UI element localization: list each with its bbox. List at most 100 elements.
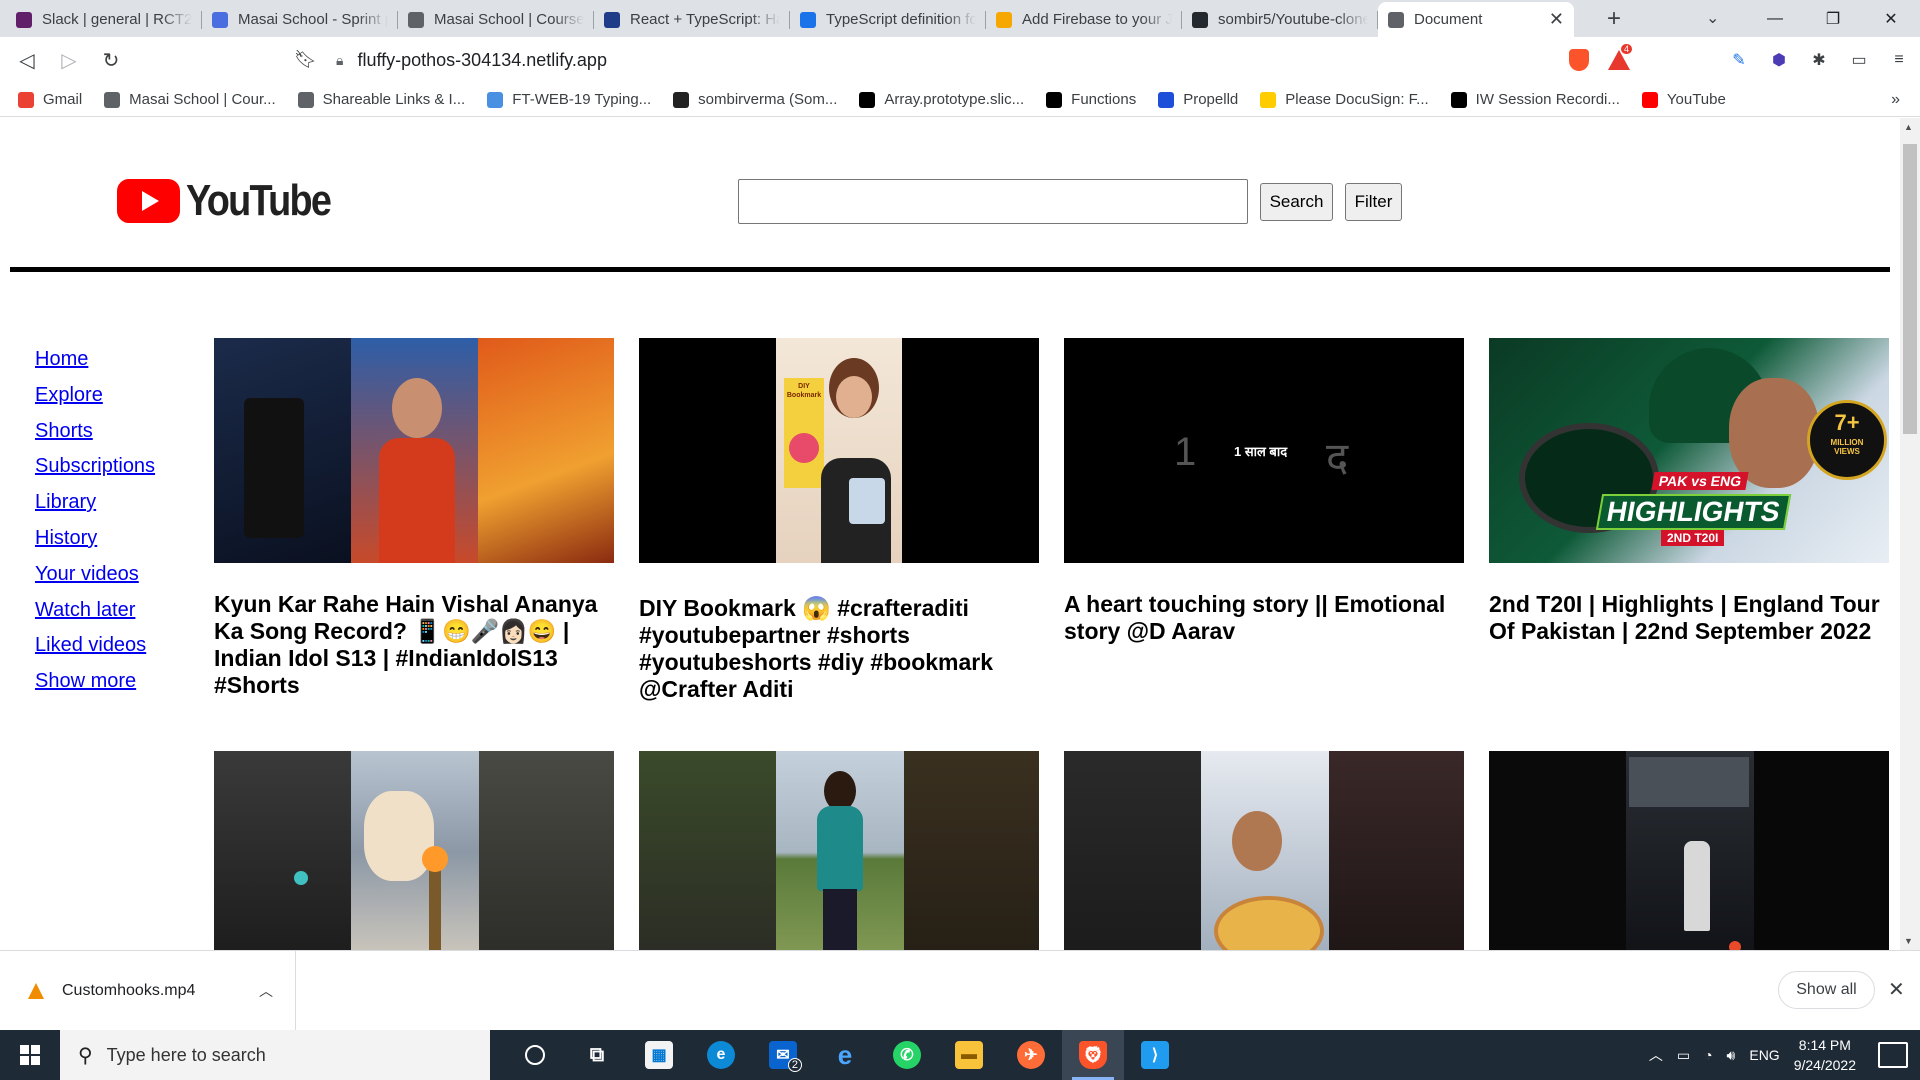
video-thumbnail[interactable] (639, 751, 1039, 950)
vscode-icon[interactable]: ⟩ (1124, 1030, 1186, 1080)
pen-extension-icon[interactable]: ✎ (1728, 49, 1750, 71)
minimize-button[interactable]: — (1746, 0, 1804, 37)
chevron-up-tray-icon[interactable]: ︿ (1649, 1045, 1663, 1065)
video-title[interactable]: Kyun Kar Rahe Hain Vishal Ananya Ka Song… (214, 591, 614, 699)
new-tab-button[interactable]: + (1600, 5, 1628, 33)
browser-tab[interactable]: TypeScript definition fo (790, 2, 986, 37)
show-all-button[interactable]: Show all (1778, 971, 1875, 1009)
sidebar-link-library[interactable]: Library (35, 491, 155, 527)
internet-explorer-icon[interactable]: e (814, 1030, 876, 1080)
bookmark-item[interactable]: Array.prototype.slic... (859, 91, 1024, 108)
bookmark-item[interactable]: Please DocuSign: F... (1260, 91, 1429, 108)
bookmark-item[interactable]: IW Session Recordi... (1450, 91, 1620, 108)
download-filename[interactable]: Customhooks.mp4 (62, 982, 259, 1000)
reload-button[interactable]: ↻ (96, 45, 126, 75)
video-thumbnail[interactable]: PAK vs ENG HIGHLIGHTS 2ND T20I 7+ MILLION VI… (1489, 338, 1889, 563)
sidebar-link-your-videos[interactable]: Your videos (35, 563, 155, 599)
bookmark-page-icon[interactable]: 🔖︎ (294, 49, 317, 70)
video-card[interactable] (1489, 751, 1889, 950)
address-url[interactable]: fluffy-pothos-304134.netlify.app (357, 50, 607, 71)
download-item[interactable]: Customhooks.mp4 ︿ (0, 951, 296, 1031)
browser-tab[interactable]: Slack | general | RCT20 (6, 2, 202, 37)
video-thumbnail[interactable]: 1 1 साल बाद द (1064, 338, 1464, 563)
extensions-puzzle-icon[interactable]: ✱ (1808, 49, 1830, 71)
cortana-icon[interactable] (504, 1030, 566, 1080)
brave-browser-icon[interactable]: 🦁︎ (1062, 1030, 1124, 1080)
menu-icon[interactable]: ≡ (1888, 49, 1910, 71)
tab-search-chevron-icon[interactable]: ⌄ (1706, 8, 1719, 28)
back-button[interactable]: ◁ (12, 45, 42, 75)
postman-icon[interactable]: ✈ (1000, 1030, 1062, 1080)
scrollbar-thumb[interactable] (1903, 144, 1917, 434)
close-download-bar-icon[interactable]: ✕ (1888, 977, 1905, 1002)
sidebar-link-home[interactable]: Home (35, 348, 155, 384)
sidebar-link-watch-later[interactable]: Watch later (35, 599, 155, 635)
volume-icon[interactable]: 🔊︎ (1727, 1047, 1736, 1064)
video-card[interactable]: DIY Bookmark DIY Bookmark 😱 #crafteraditi… (639, 338, 1039, 703)
sidebar-link-show-more[interactable]: Show more (35, 670, 155, 706)
restore-button[interactable]: ❐ (1804, 0, 1862, 37)
forward-button[interactable]: ▷ (54, 45, 84, 75)
youtube-logo[interactable]: YouTube (117, 176, 354, 226)
wifi-icon[interactable]: ◔ (1704, 1047, 1712, 1063)
close-tab-icon[interactable]: ✕ (1549, 9, 1564, 30)
whatsapp-icon[interactable]: ✆ (876, 1030, 938, 1080)
clock[interactable]: 8:14 PM 9/24/2022 (1794, 1035, 1856, 1075)
hexagon-extension-icon[interactable]: ⬢ (1768, 49, 1790, 71)
video-thumbnail[interactable] (214, 751, 614, 950)
wallet-icon[interactable]: ▭ (1848, 49, 1870, 71)
video-card[interactable] (639, 751, 1039, 950)
lock-icon[interactable]: 🔒︎ (336, 52, 343, 69)
browser-tab[interactable]: Masai School | Course (398, 2, 594, 37)
taskbar-search[interactable]: ⚲ Type here to search (60, 1030, 490, 1080)
language-indicator[interactable]: ENG (1749, 1047, 1779, 1063)
bookmark-item[interactable]: FT-WEB-19 Typing... (487, 91, 651, 108)
video-card[interactable]: 1 1 साल बाद द A heart touching story || Emo… (1064, 338, 1464, 645)
edge-icon[interactable]: e (690, 1030, 752, 1080)
scroll-down-icon[interactable]: ▼ (1904, 936, 1913, 946)
video-thumbnail[interactable] (1064, 751, 1464, 950)
brave-shields-icon[interactable] (1568, 49, 1590, 71)
bookmark-item[interactable]: Shareable Links & I... (297, 91, 465, 108)
task-view-icon[interactable]: ⧉ (566, 1030, 628, 1080)
bookmark-item[interactable]: Gmail (18, 91, 82, 108)
search-input[interactable] (738, 179, 1248, 224)
search-button[interactable]: Search (1260, 183, 1333, 221)
bookmark-item[interactable]: sombirverma (Som... (673, 91, 837, 108)
bookmark-item[interactable]: Functions (1046, 91, 1136, 108)
browser-tab[interactable]: Document ✕ (1378, 2, 1574, 37)
file-explorer-icon[interactable]: ▬ (938, 1030, 1000, 1080)
sidebar-link-subscriptions[interactable]: Subscriptions (35, 455, 155, 491)
sidebar-link-shorts[interactable]: Shorts (35, 420, 155, 456)
sidebar-link-liked-videos[interactable]: Liked videos (35, 634, 155, 670)
video-title[interactable]: 2nd T20I | Highlights | England Tour Of … (1489, 591, 1889, 645)
address-bar[interactable]: 🔒︎ fluffy-pothos-304134.netlify.app (336, 43, 1516, 77)
browser-tab[interactable]: sombir5/Youtube-clone (1182, 2, 1378, 37)
video-card[interactable]: PAK vs ENG HIGHLIGHTS 2ND T20I 7+ MILLION VI… (1489, 338, 1889, 645)
bookmark-item[interactable]: Propelld (1158, 91, 1238, 108)
browser-tab[interactable]: React + TypeScript: Ha (594, 2, 790, 37)
video-thumbnail[interactable]: DIY Bookmark (639, 338, 1039, 563)
notification-center-icon[interactable] (1878, 1042, 1908, 1068)
scroll-up-icon[interactable]: ▲ (1904, 122, 1913, 132)
start-button[interactable] (0, 1030, 60, 1080)
bookmark-item[interactable]: YouTube (1641, 91, 1726, 108)
browser-tab[interactable]: Masai School - Sprint p (202, 2, 398, 37)
video-thumbnail[interactable] (1489, 751, 1889, 950)
video-thumbnail[interactable] (214, 338, 614, 563)
microsoft-store-icon[interactable]: ▦ (628, 1030, 690, 1080)
battery-icon[interactable]: ▭ (1677, 1047, 1690, 1064)
filter-button[interactable]: Filter (1345, 183, 1402, 221)
mail-icon[interactable]: ✉ 2 (752, 1030, 814, 1080)
video-title[interactable]: A heart touching story || Emotional stor… (1064, 591, 1464, 645)
browser-tab[interactable]: Add Firebase to your Ja (986, 2, 1182, 37)
bookmark-item[interactable]: Masai School | Cour... (104, 91, 276, 108)
bookmarks-overflow-chevron-icon[interactable]: » (1891, 91, 1900, 109)
brave-rewards-icon[interactable]: 4 (1608, 44, 1633, 71)
video-card[interactable]: Kyun Kar Rahe Hain Vishal Ananya Ka Song… (214, 338, 614, 699)
video-card[interactable] (214, 751, 614, 950)
sidebar-link-history[interactable]: History (35, 527, 155, 563)
sidebar-link-explore[interactable]: Explore (35, 384, 155, 420)
video-title[interactable]: DIY Bookmark 😱 #crafteraditi #youtubepar… (639, 595, 1039, 703)
chevron-up-icon[interactable]: ︿ (259, 981, 273, 1001)
